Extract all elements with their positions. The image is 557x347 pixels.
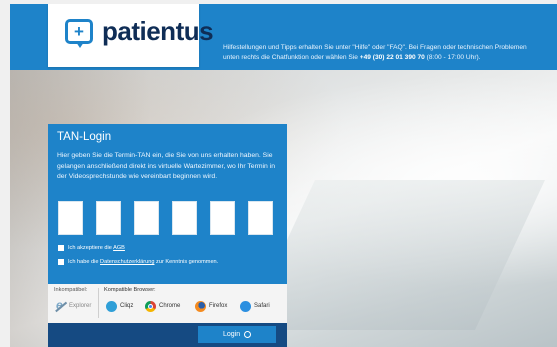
browser-name: Chrome [159,303,181,309]
login-title: TAN-Login [57,131,112,143]
privacy-label-prefix: Ich habe die [68,259,99,265]
browser-name: Explorer [69,303,92,309]
safari-icon [240,300,251,312]
tan-login-card: TAN-Login Hier geben Sie die Termin-TAN … [48,124,287,347]
browser-name: Firefox [209,303,228,309]
login-panel: TAN-Login Hier geben Sie die Termin-TAN … [48,124,287,284]
browser-safari: Safari [240,300,270,312]
tan-field-1[interactable] [58,201,83,235]
page-frame: + patientus Hilfestellungen und Tipps er… [10,4,557,347]
logo[interactable]: + patientus [48,4,214,67]
browser-cliqz: Cliqz [106,300,133,312]
browser-firefox: Firefox [195,300,227,312]
login-button[interactable]: Login [198,326,276,343]
privacy-label-suffix: zur Kenntnis genommen. [156,259,219,265]
tan-field-5[interactable] [210,201,235,235]
login-description: Hier geben Sie die Termin-TAN ein, die S… [57,152,275,180]
logo-text: patientus [102,16,214,46]
agb-link[interactable]: AGB [113,245,125,251]
privacy-checkbox-row: Ich habe die Datenschutzerklärung zur Ke… [58,258,218,266]
agb-checkbox[interactable] [58,244,64,251]
chat-plus-icon: + [65,19,93,48]
chrome-icon [145,300,156,312]
privacy-checkbox[interactable] [58,258,64,265]
agb-label: Ich akzeptiere die [68,245,112,251]
compatible-label: Kompatible Browser: [104,287,156,293]
browser-explorer: Explorer [55,299,92,312]
browser-compatibility: Inkompatibel: Kompatible Browser: Explor… [48,284,287,323]
tan-field-4[interactable] [172,201,197,235]
privacy-link[interactable]: Datenschutzerklärung [100,259,154,265]
login-button-label: Login [222,331,241,338]
login-footer: Login [48,323,287,347]
divider [98,288,99,318]
browser-chrome: Chrome [145,300,180,312]
browser-name: Cliqz [120,303,134,309]
tan-field-3[interactable] [134,201,159,235]
internet-explorer-icon [55,299,66,312]
incompatible-label: Inkompatibel: [54,287,88,293]
help-phone: +49 (30) 22 01 390 70 [359,54,425,61]
tan-input-row [58,201,278,235]
background-shape [245,180,545,330]
help-hours: (8:00 - 17:00 Uhr). [426,54,481,61]
firefox-icon [195,300,206,312]
agb-checkbox-row: Ich akzeptiere die AGB [58,244,125,252]
help-text-line1: Hilfestellungen und Tipps erhalten Sie u… [223,44,527,51]
help-text-line2: unten rechts die Chatfunktion oder wähle… [223,54,358,61]
tan-field-2[interactable] [96,201,121,235]
cliqz-icon [106,300,117,312]
tan-field-6[interactable] [248,201,273,235]
help-text: Hilfestellungen und Tipps erhalten Sie u… [223,43,557,63]
circle-check-icon [244,330,252,338]
browser-name: Safari [254,303,270,309]
header-bar: + patientus Hilfestellungen und Tipps er… [10,4,557,70]
